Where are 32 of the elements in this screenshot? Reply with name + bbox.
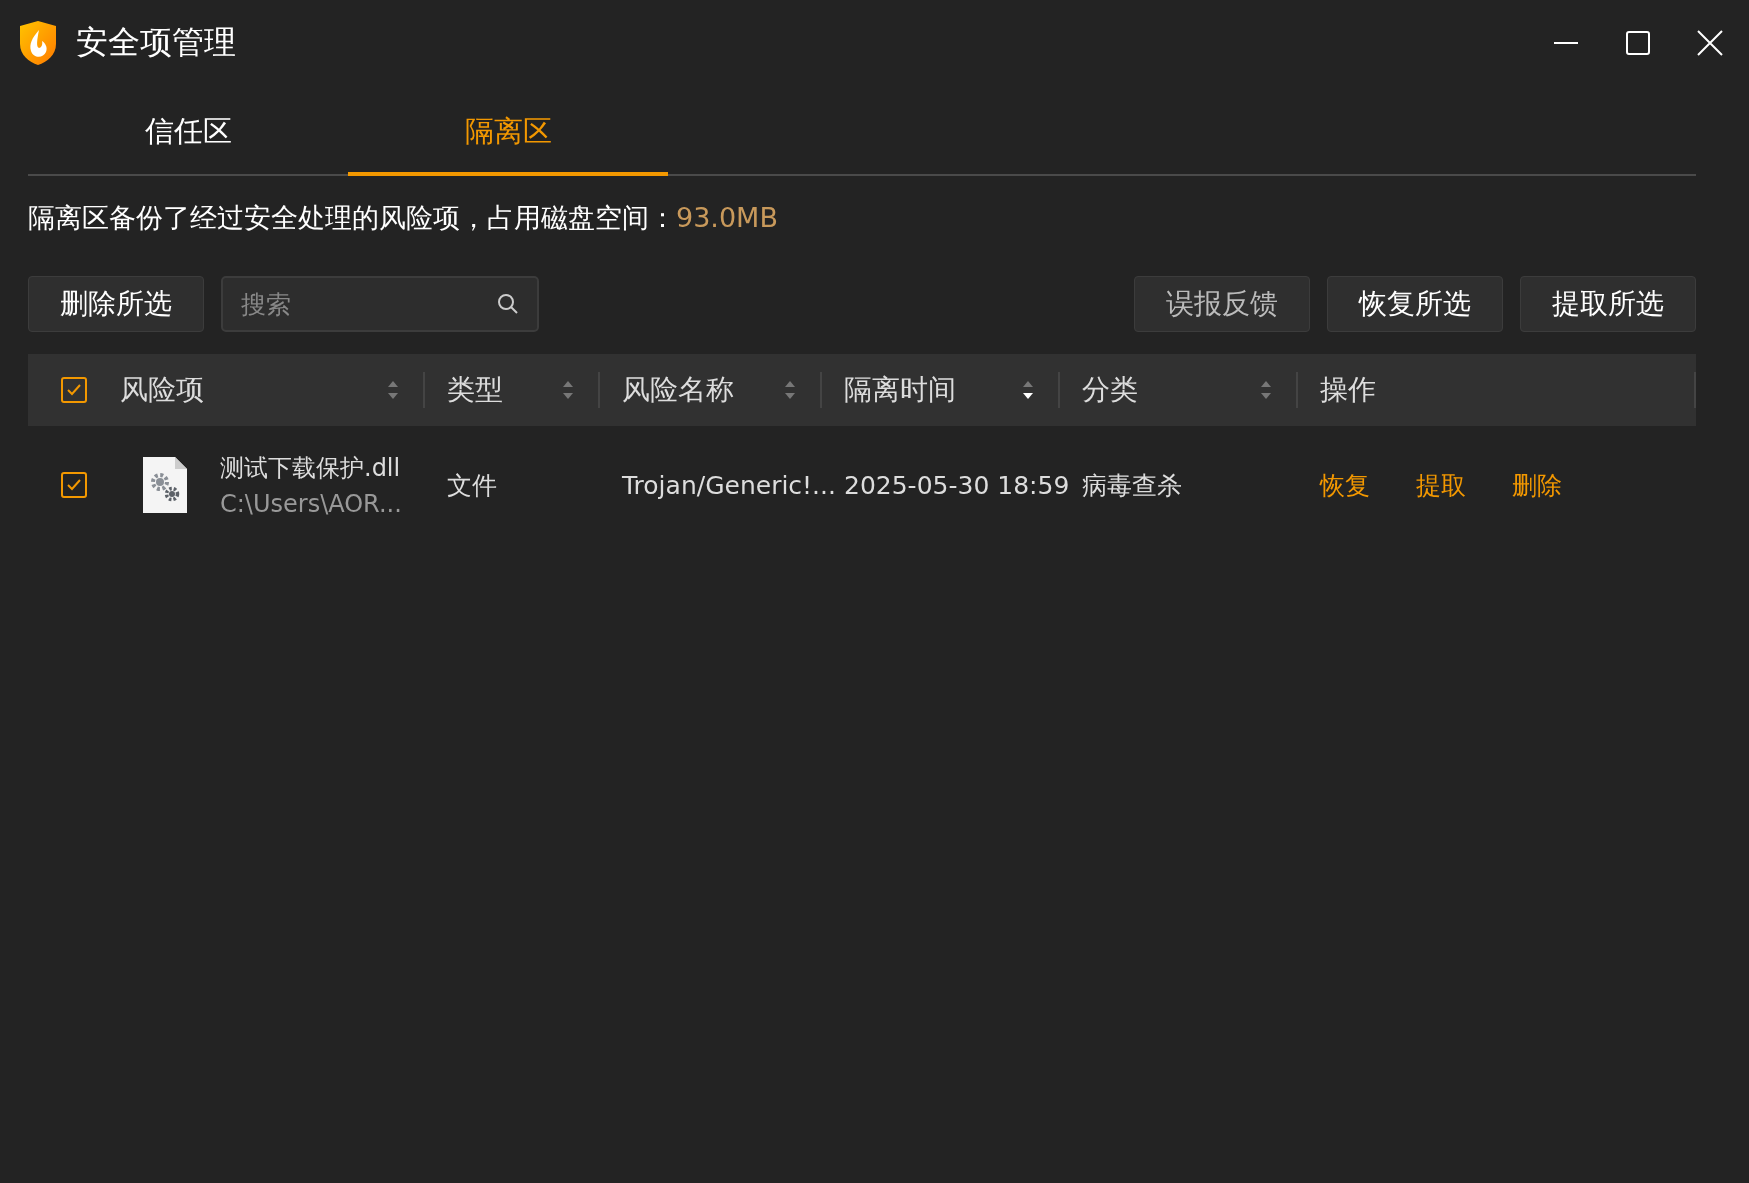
window-title: 安全项管理	[76, 22, 236, 63]
maximize-icon[interactable]	[1625, 30, 1651, 56]
tab[interactable]: 隔离区	[348, 92, 668, 176]
disk-usage-value: 93.0MB	[676, 202, 778, 233]
table-cell: 2025-05-30 18:59	[844, 470, 1070, 500]
column-header[interactable]: 风险名称	[622, 371, 784, 409]
summary-text: 隔离区备份了经过安全处理的风险项，占用磁盘空间：93.0MB	[28, 201, 779, 235]
search-field[interactable]: 搜索	[221, 276, 539, 332]
row-checkbox[interactable]	[61, 472, 87, 498]
toolbar-button[interactable]: 提取所选	[1520, 276, 1696, 332]
table-cell: 病毒查杀	[1082, 470, 1182, 500]
column-header[interactable]: 操作	[1320, 371, 1670, 409]
sort-icon[interactable]	[1022, 379, 1034, 401]
action-link[interactable]: 删除	[1512, 468, 1562, 502]
toolbar-button[interactable]: 恢复所选	[1327, 276, 1503, 332]
column-header[interactable]: 风险项	[120, 371, 387, 409]
action-link[interactable]: 恢复	[1320, 468, 1370, 502]
close-icon[interactable]	[1697, 30, 1723, 56]
tab[interactable]: 信任区	[28, 92, 348, 176]
file-path: C:\Users\AOR...	[220, 490, 402, 518]
column-header[interactable]: 类型	[447, 371, 562, 409]
table-cell: 文件	[447, 470, 497, 500]
column-header[interactable]: 隔离时间	[844, 371, 1022, 409]
shield-flame-logo	[18, 20, 58, 66]
search-icon	[497, 293, 519, 315]
delete-selected-button[interactable]: 删除所选	[28, 276, 204, 332]
file-name: 测试下载保护.dll	[220, 453, 402, 484]
select-all-checkbox[interactable]	[61, 377, 87, 403]
table-cell: Trojan/Generic!...	[622, 470, 836, 500]
action-link[interactable]: 提取	[1416, 468, 1466, 502]
column-header[interactable]: 分类	[1082, 371, 1260, 409]
settings-file-icon	[142, 456, 188, 514]
